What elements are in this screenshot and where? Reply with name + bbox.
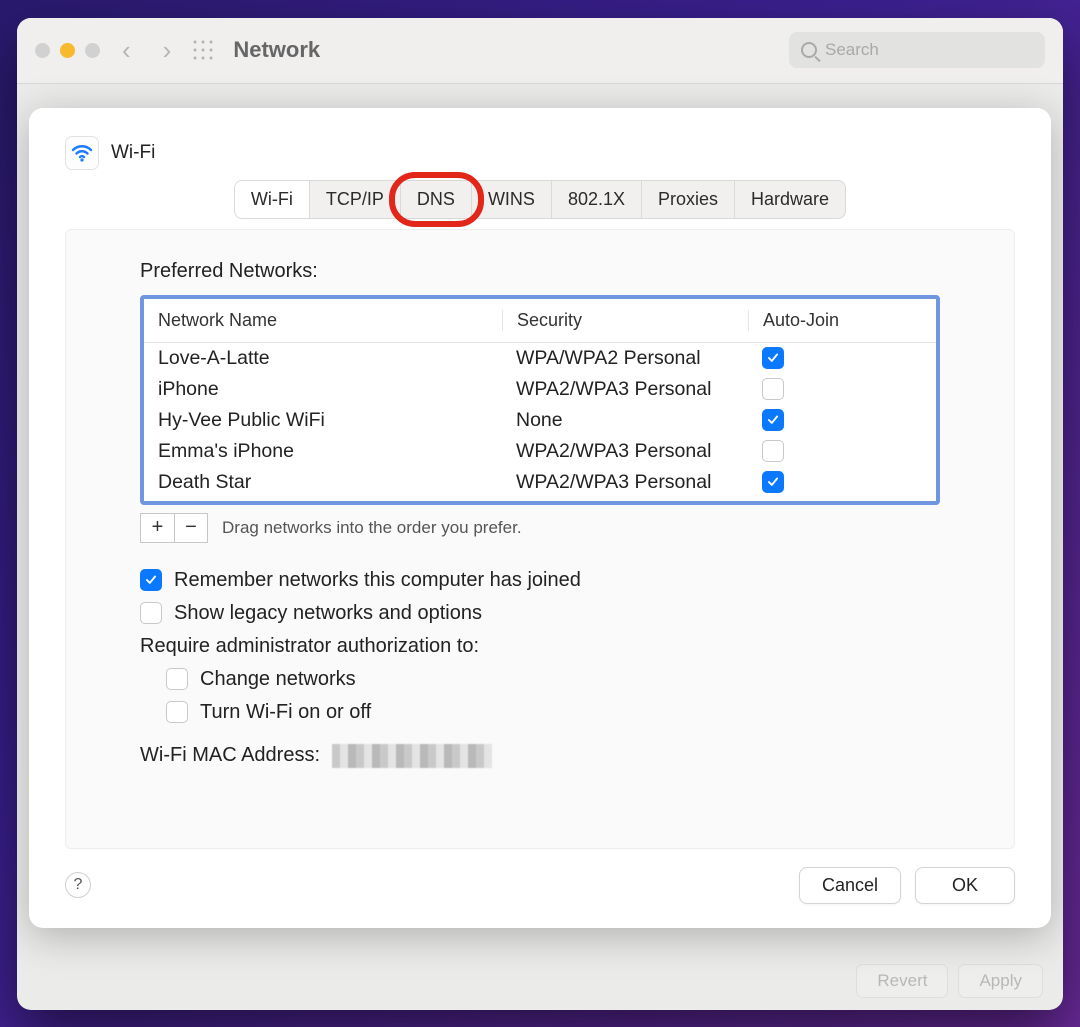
- all-prefs-grid-icon[interactable]: [191, 38, 215, 62]
- mac-address-value-redacted: [332, 744, 492, 768]
- cell-network-name: Death Star: [144, 471, 502, 494]
- traffic-zoom-icon[interactable]: [85, 43, 100, 58]
- cell-security: WPA2/WPA3 Personal: [502, 471, 748, 494]
- auto-join-checkbox[interactable]: [762, 440, 784, 462]
- window-title: Network: [233, 37, 320, 63]
- cell-security: None: [502, 409, 748, 432]
- cancel-button[interactable]: Cancel: [799, 867, 901, 904]
- cell-security: WPA/WPA2 Personal: [502, 347, 748, 370]
- admin-auth-header: Require administrator authorization to:: [140, 635, 940, 658]
- auth-toggle-checkbox[interactable]: [166, 701, 188, 723]
- cell-security: WPA2/WPA3 Personal: [502, 378, 748, 401]
- table-row[interactable]: iPhoneWPA2/WPA3 Personal: [144, 374, 936, 405]
- preferred-networks-label: Preferred Networks:: [140, 260, 940, 283]
- nav-arrows: ‹ ›: [122, 37, 171, 63]
- traffic-close-icon[interactable]: [35, 43, 50, 58]
- search-placeholder: Search: [825, 40, 879, 60]
- drag-hint-label: Drag networks into the order you prefer.: [222, 518, 522, 538]
- wifi-icon: [65, 136, 99, 170]
- auth-toggle-label: Turn Wi-Fi on or off: [200, 701, 371, 724]
- legacy-networks-label: Show legacy networks and options: [174, 602, 482, 625]
- legacy-networks-checkbox[interactable]: [140, 602, 162, 624]
- tab-dns[interactable]: DNS: [401, 181, 472, 218]
- table-row[interactable]: Emma's iPhoneWPA2/WPA3 Personal: [144, 436, 936, 467]
- cell-network-name: Hy-Vee Public WiFi: [144, 409, 502, 432]
- tab-wifi[interactable]: Wi-Fi: [235, 181, 310, 218]
- traffic-lights: [35, 43, 100, 58]
- traffic-minimize-icon[interactable]: [60, 43, 75, 58]
- window-titlebar: ‹ › Network Search: [17, 18, 1063, 84]
- tab-hardware[interactable]: Hardware: [735, 181, 845, 218]
- cell-network-name: Love-A-Latte: [144, 347, 502, 370]
- auto-join-checkbox[interactable]: [762, 409, 784, 431]
- tab-8021x[interactable]: 802.1X: [552, 181, 642, 218]
- network-preferences-window: ‹ › Network Search Revert Apply Wi-Fi: [17, 18, 1063, 1010]
- sheet-title: Wi-Fi: [111, 142, 155, 164]
- ok-button[interactable]: OK: [915, 867, 1015, 904]
- remove-network-button[interactable]: −: [174, 513, 208, 543]
- remember-networks-label: Remember networks this computer has join…: [174, 569, 581, 592]
- table-row[interactable]: Death StarWPA2/WPA3 Personal: [144, 467, 936, 498]
- add-network-button[interactable]: +: [140, 513, 174, 543]
- wifi-advanced-sheet: Wi-Fi Wi-FiTCP/IPDNSWINS802.1XProxiesHar…: [29, 108, 1051, 928]
- auth-change-label: Change networks: [200, 668, 356, 691]
- auto-join-checkbox[interactable]: [762, 347, 784, 369]
- tab-wins[interactable]: WINS: [472, 181, 552, 218]
- auth-change-checkbox[interactable]: [166, 668, 188, 690]
- remember-networks-checkbox[interactable]: [140, 569, 162, 591]
- apply-button[interactable]: Apply: [958, 964, 1043, 998]
- tab-tcpip[interactable]: TCP/IP: [310, 181, 401, 218]
- column-header-security[interactable]: Security: [502, 310, 748, 331]
- nav-forward-icon[interactable]: ›: [163, 37, 172, 63]
- column-header-network-name[interactable]: Network Name: [144, 310, 502, 331]
- column-header-auto-join[interactable]: Auto-Join: [748, 310, 936, 331]
- search-icon: [801, 42, 817, 58]
- cell-network-name: Emma's iPhone: [144, 440, 502, 463]
- table-row[interactable]: Love-A-LatteWPA/WPA2 Personal: [144, 343, 936, 374]
- auto-join-checkbox[interactable]: [762, 471, 784, 493]
- auto-join-checkbox[interactable]: [762, 378, 784, 400]
- help-button[interactable]: ?: [65, 872, 91, 898]
- search-input[interactable]: Search: [789, 32, 1045, 68]
- nav-back-icon[interactable]: ‹: [122, 37, 131, 63]
- mac-address-label: Wi-Fi MAC Address:: [140, 744, 320, 767]
- cell-network-name: iPhone: [144, 378, 502, 401]
- preferred-networks-table[interactable]: Network Name Security Auto-Join Love-A-L…: [140, 295, 940, 505]
- table-row[interactable]: Hy-Vee Public WiFiNone: [144, 405, 936, 436]
- tab-proxies[interactable]: Proxies: [642, 181, 735, 218]
- revert-button[interactable]: Revert: [856, 964, 948, 998]
- tab-bar: Wi-FiTCP/IPDNSWINS802.1XProxiesHardware: [234, 180, 846, 219]
- cell-security: WPA2/WPA3 Personal: [502, 440, 748, 463]
